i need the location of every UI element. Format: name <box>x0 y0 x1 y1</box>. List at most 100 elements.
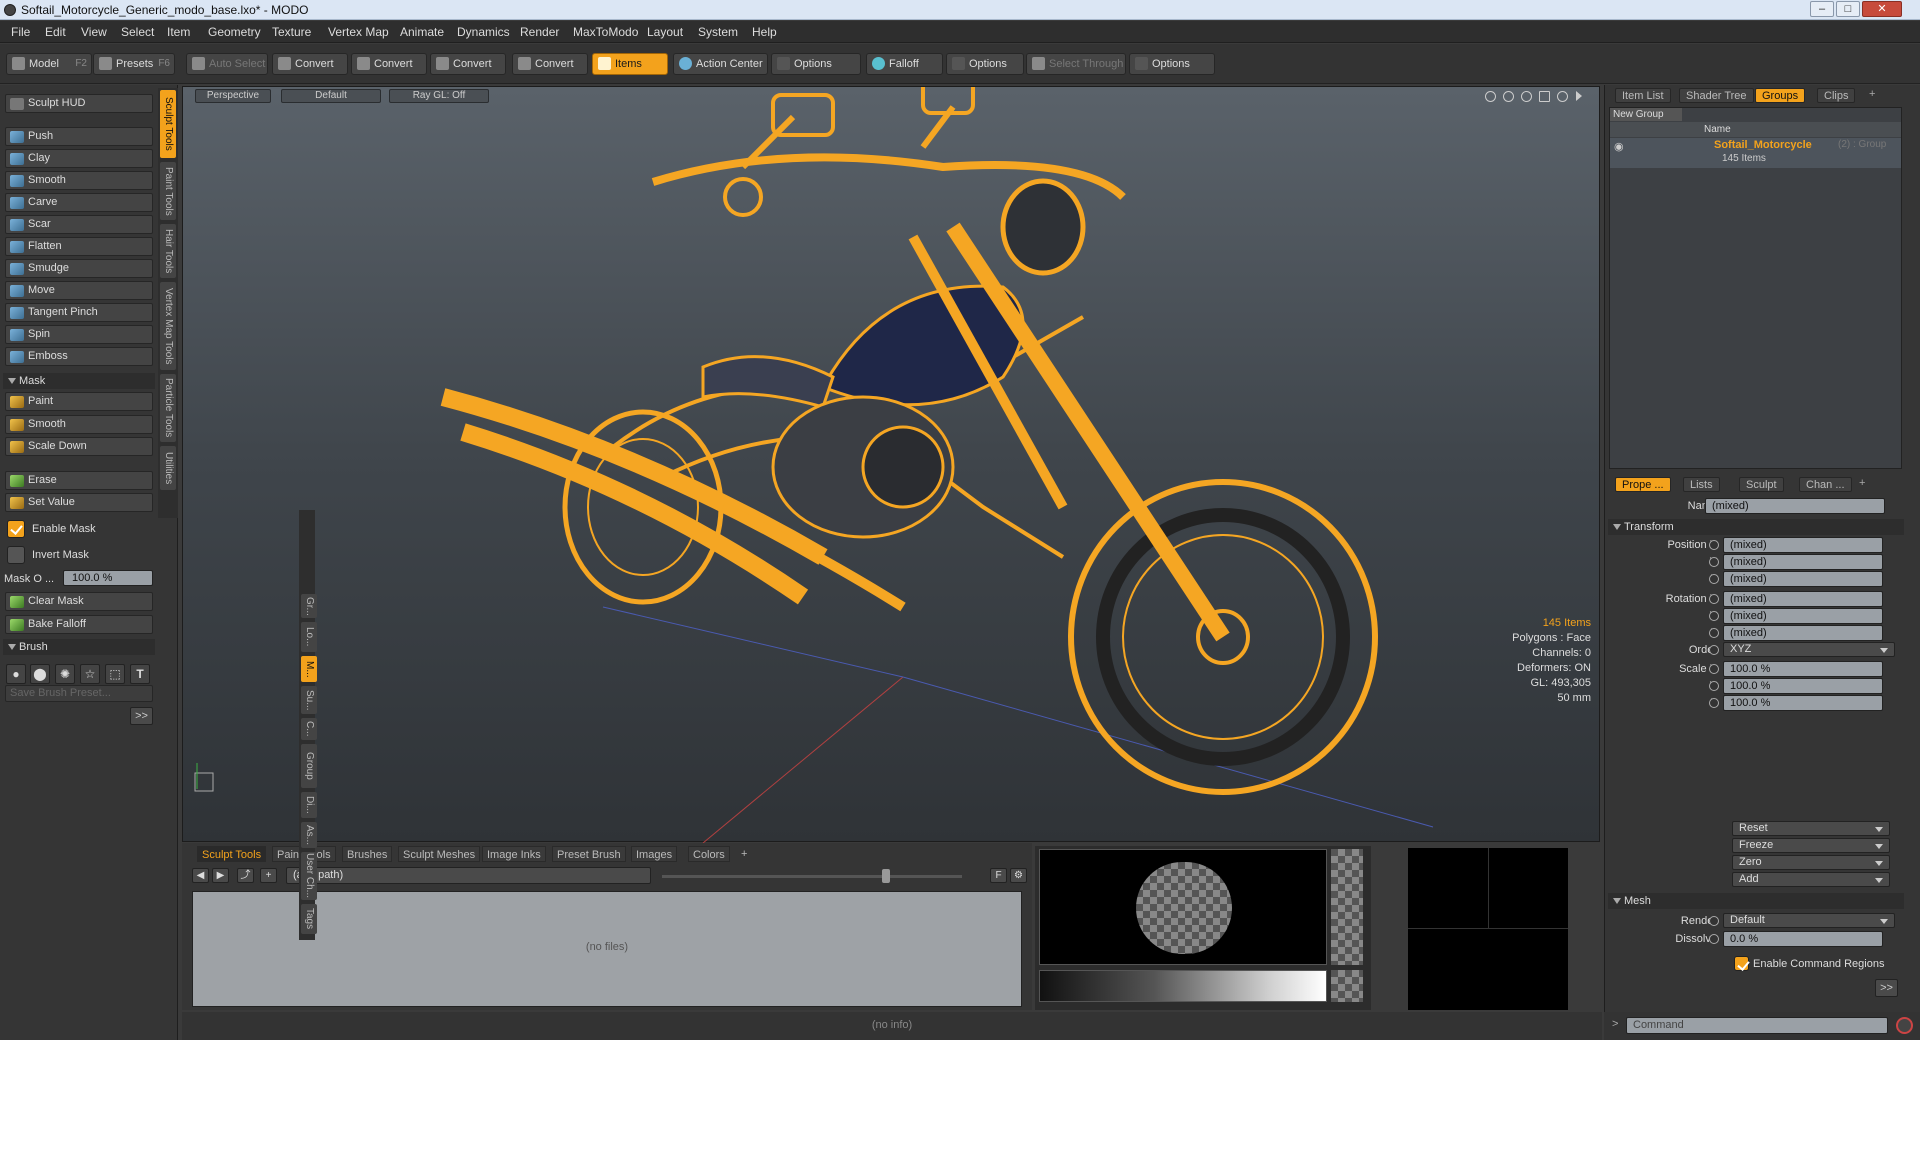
brush-hard-icon[interactable]: ⬤ <box>30 664 50 684</box>
vtab-c[interactable]: C... <box>301 718 317 740</box>
tool-emboss[interactable]: Emboss <box>5 347 153 366</box>
groups-tree[interactable]: New Group Name ◉ Softail_Motorcycle (2) … <box>1609 107 1902 469</box>
keyframe-dot[interactable] <box>1709 574 1719 584</box>
mesh-section-header[interactable]: Mesh <box>1608 893 1904 909</box>
tool-flatten[interactable]: Flatten <box>5 237 153 256</box>
freeze-dropdown[interactable]: Freeze <box>1732 838 1890 853</box>
render-dropdown[interactable]: Default <box>1723 913 1895 928</box>
add-tab-button[interactable]: + <box>1869 88 1875 100</box>
vtab-paint-tools[interactable]: Paint Tools <box>160 162 176 220</box>
action-center-button[interactable]: Action Center <box>673 53 768 75</box>
auto-select-button[interactable]: Auto Select <box>186 53 268 75</box>
add-prop-tab-button[interactable]: + <box>1859 477 1865 489</box>
menu-render[interactable]: Render <box>520 25 559 39</box>
command-input[interactable]: Command <box>1626 1017 1888 1034</box>
slider-handle[interactable] <box>882 869 890 883</box>
name-field[interactable]: (mixed) <box>1705 498 1885 514</box>
mask-smooth-button[interactable]: Smooth <box>5 415 153 434</box>
tool-smooth[interactable]: Smooth <box>5 171 153 190</box>
tab-sculpt-meshes[interactable]: Sculpt Meshes <box>398 846 481 862</box>
visibility-eye-icon[interactable]: ◉ <box>1614 140 1624 153</box>
menu-item[interactable]: Item <box>167 25 190 39</box>
vtab-lo[interactable]: Lo... <box>301 622 317 652</box>
set-value-button[interactable]: Set Value <box>5 493 153 512</box>
tool-move[interactable]: Move <box>5 281 153 300</box>
vtab-tags[interactable]: Tags <box>301 904 317 934</box>
options-button-2[interactable]: Options <box>946 53 1024 75</box>
position-y-field[interactable]: (mixed) <box>1723 554 1883 570</box>
tab-clips[interactable]: Clips <box>1817 88 1856 103</box>
items-mode-button[interactable]: Items <box>592 53 668 75</box>
minimize-button[interactable]: – <box>1810 1 1834 17</box>
up-folder-button[interactable]: ⤴ <box>237 868 254 883</box>
keyframe-dot[interactable] <box>1709 628 1719 638</box>
menu-layout[interactable]: Layout <box>647 25 683 39</box>
mask-scale-down-button[interactable]: Scale Down <box>5 437 153 456</box>
more-right-button[interactable]: >> <box>1875 979 1898 997</box>
keyframe-dot[interactable] <box>1709 916 1719 926</box>
tool-spin[interactable]: Spin <box>5 325 153 344</box>
brush-star-icon[interactable]: ☆ <box>80 664 100 684</box>
tab-lists[interactable]: Lists <box>1683 477 1720 492</box>
maximize-button[interactable]: □ <box>1836 1 1860 17</box>
brush-text-icon[interactable]: T <box>130 664 150 684</box>
tab-images[interactable]: Images <box>631 846 678 862</box>
group-row[interactable]: ◉ Softail_Motorcycle (2) : Group 145 Ite… <box>1610 138 1901 168</box>
enable-mask-checkbox[interactable] <box>7 520 25 538</box>
scale-x-field[interactable]: 100.0 % <box>1723 661 1883 677</box>
vtab-m[interactable]: M... <box>301 656 317 682</box>
enable-command-regions-checkbox[interactable] <box>1734 956 1749 971</box>
tool-tangent-pinch[interactable]: Tangent Pinch <box>5 303 153 322</box>
vtab-utilities[interactable]: Utilities <box>160 446 176 490</box>
add-path-button[interactable]: + <box>260 868 277 883</box>
vtab-gr[interactable]: Gr... <box>301 594 317 618</box>
menu-geometry[interactable]: Geometry <box>208 25 261 39</box>
convert-button-1[interactable]: Convert <box>272 53 348 75</box>
3d-viewport[interactable]: Perspective Default Ray GL: Off 145 Item… <box>182 86 1600 843</box>
order-dropdown[interactable]: XYZ <box>1723 642 1895 657</box>
select-through-button[interactable]: Select Through <box>1026 53 1126 75</box>
keyframe-dot[interactable] <box>1709 698 1719 708</box>
thumbnail-size-slider[interactable] <box>662 875 962 878</box>
menu-edit[interactable]: Edit <box>45 25 66 39</box>
back-button[interactable]: ◀ <box>192 868 209 883</box>
mask-paint-button[interactable]: Paint <box>5 392 153 411</box>
convert-button-4[interactable]: Convert <box>512 53 588 75</box>
vtab-particle-tools[interactable]: Particle Tools <box>160 374 176 442</box>
mask-opacity-field[interactable]: 100.0 % <box>63 570 153 586</box>
forward-button[interactable]: ▶ <box>212 868 229 883</box>
tab-add[interactable]: + <box>737 846 751 862</box>
scale-y-field[interactable]: 100.0 % <box>1723 678 1883 694</box>
presets-button[interactable]: Presets F6 <box>93 53 175 75</box>
keyframe-dot[interactable] <box>1709 664 1719 674</box>
brush-splat-icon[interactable]: ✺ <box>55 664 75 684</box>
rotation-z-field[interactable]: (mixed) <box>1723 625 1883 641</box>
vtab-hair-tools[interactable]: Hair Tools <box>160 224 176 278</box>
keyframe-dot[interactable] <box>1709 681 1719 691</box>
convert-button-3[interactable]: Convert <box>430 53 506 75</box>
zero-dropdown[interactable]: Zero <box>1732 855 1890 870</box>
tab-groups[interactable]: Groups <box>1755 88 1806 103</box>
new-group-button[interactable]: New Group <box>1610 108 1682 121</box>
menu-animate[interactable]: Animate <box>400 25 444 39</box>
menu-select[interactable]: Select <box>121 25 154 39</box>
menu-system[interactable]: System <box>698 25 738 39</box>
vtab-su[interactable]: Su... <box>301 686 317 714</box>
brush-image-icon[interactable]: ⬚ <box>105 664 125 684</box>
menu-dynamics[interactable]: Dynamics <box>457 25 510 39</box>
tab-sculpt[interactable]: Sculpt <box>1739 477 1784 492</box>
convert-button-2[interactable]: Convert <box>351 53 427 75</box>
keyframe-dot[interactable] <box>1709 934 1719 944</box>
close-button[interactable]: ✕ <box>1862 1 1902 17</box>
scale-z-field[interactable]: 100.0 % <box>1723 695 1883 711</box>
falloff-button[interactable]: Falloff <box>866 53 943 75</box>
tool-carve[interactable]: Carve <box>5 193 153 212</box>
keyframe-dot[interactable] <box>1709 557 1719 567</box>
vtab-group[interactable]: Group <box>301 744 317 788</box>
record-macro-icon[interactable] <box>1896 1017 1913 1034</box>
browser-settings-icon[interactable]: ⚙ <box>1010 868 1027 883</box>
keyframe-dot[interactable] <box>1709 645 1719 655</box>
model-mode-button[interactable]: Model F2 <box>6 53 92 75</box>
tab-brushes[interactable]: Brushes <box>342 846 393 862</box>
tool-clay[interactable]: Clay <box>5 149 153 168</box>
